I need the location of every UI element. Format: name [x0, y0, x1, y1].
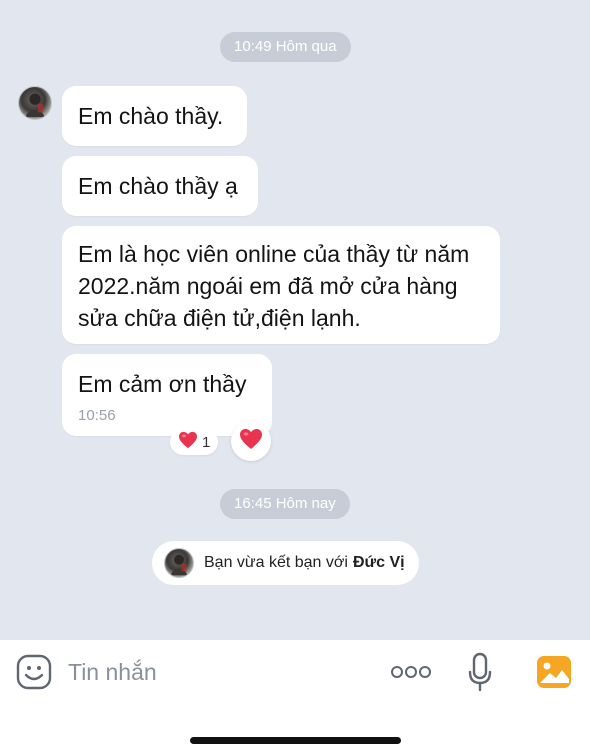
message-input[interactable]: [68, 656, 368, 688]
microphone-icon[interactable]: [465, 652, 495, 692]
friend-added-notice[interactable]: Bạn vừa kết bạn với Đức Vị: [152, 541, 419, 585]
message-text: Em chào thầy.: [78, 103, 224, 129]
message-bubble[interactable]: Em chào thầy ạ: [62, 156, 258, 216]
message-bubble[interactable]: Em là học viên online của thầy từ năm 20…: [62, 226, 500, 344]
reaction-summary[interactable]: 1: [170, 429, 219, 455]
message-text: Em là học viên online của thầy từ năm 20…: [78, 241, 470, 331]
emoji-icon[interactable]: [16, 654, 52, 690]
avatar-photo: [170, 554, 188, 576]
home-indicator[interactable]: [190, 737, 401, 744]
message-text: Em chào thầy ạ: [78, 173, 238, 199]
sender-avatar[interactable]: [18, 86, 52, 120]
more-icon[interactable]: [390, 660, 432, 684]
friend-name[interactable]: Đức Vị: [353, 554, 405, 572]
date-separator: 10:49 Hôm qua: [220, 32, 351, 62]
message-bubble[interactable]: Em chào thầy.: [62, 86, 247, 146]
date-separator: 16:45 Hôm nay: [220, 489, 350, 519]
heart-icon: [239, 428, 263, 455]
reaction-count: 1: [202, 433, 211, 451]
message-time: 10:56: [78, 407, 116, 424]
message-text: Em cảm ơn thầy: [78, 371, 247, 397]
friend-avatar: [164, 548, 194, 578]
image-icon[interactable]: [536, 655, 572, 689]
react-button[interactable]: [231, 421, 271, 461]
heart-icon: [178, 431, 198, 453]
avatar-photo: [25, 93, 45, 118]
notice-text: Bạn vừa kết bạn với: [204, 554, 348, 571]
